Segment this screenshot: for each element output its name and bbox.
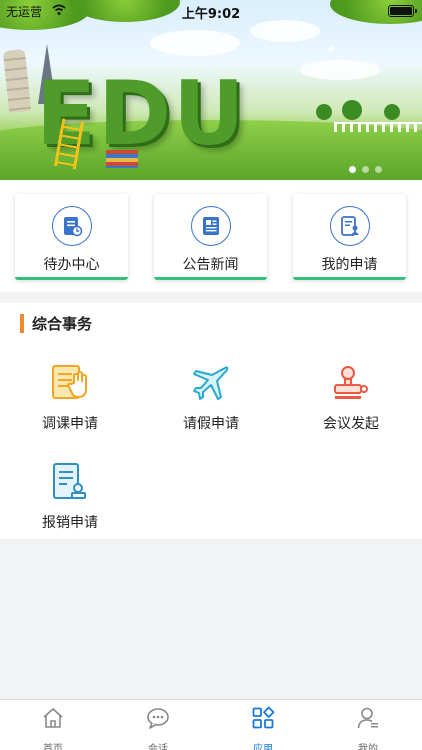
battery-icon	[388, 5, 417, 17]
tab-profile[interactable]: 我的	[328, 706, 408, 750]
meeting-initiate-label: 会议发起	[323, 416, 379, 432]
clock: 上午9:02	[181, 7, 241, 22]
banner-carousel[interactable]: EDU ✦	[0, 0, 422, 180]
reimbursement-label: 报销申请	[42, 515, 98, 531]
tab-chat[interactable]: 会话	[118, 706, 198, 750]
tab-home-label: 首页	[43, 744, 63, 750]
course-adjust-app[interactable]: 调课申请	[15, 363, 125, 433]
course-adjust-label: 调课申请	[42, 416, 98, 432]
my-application-icon	[340, 216, 359, 236]
course-adjust-icon	[52, 365, 87, 399]
todo-center-label: 待办中心	[43, 257, 100, 273]
leave-application-app[interactable]: 请假申请	[156, 363, 266, 433]
apps-icon	[252, 706, 275, 729]
tab-apps-label: 应用	[253, 744, 273, 750]
todo-center-icon	[63, 217, 82, 237]
tab-chat-label: 会话	[148, 744, 168, 750]
tab-home[interactable]: 首页	[13, 706, 93, 750]
carousel-dot	[362, 166, 369, 173]
quick-access-panel: 待办中心 公告新闻 我的申请	[0, 180, 422, 292]
leave-application-label: 请假申请	[183, 416, 239, 432]
books-illustration	[106, 150, 138, 168]
tab-apps[interactable]: 应用	[223, 706, 303, 750]
profile-icon	[357, 707, 378, 729]
fence-illustration	[334, 122, 422, 132]
status-bar: 无运营 上午9:02	[0, 0, 422, 22]
carousel-indicator	[349, 166, 382, 173]
leave-airplane-icon	[193, 366, 229, 400]
bird-icon: ✦	[325, 42, 336, 56]
meeting-initiate-app[interactable]: 会议发起	[296, 363, 406, 433]
home-icon	[43, 708, 63, 728]
my-application-label: 我的申请	[321, 257, 378, 273]
todo-center-card[interactable]: 待办中心	[15, 194, 128, 280]
section-header: 综合事务	[20, 313, 92, 333]
section-title: 综合事务	[32, 314, 93, 333]
meeting-stamp-icon	[334, 366, 368, 399]
tab-profile-label: 我的	[358, 744, 378, 750]
carousel-dot	[375, 166, 382, 173]
chat-icon	[147, 708, 169, 729]
news-card[interactable]: 公告新闻	[154, 194, 267, 280]
general-affairs-section: 综合事务 调课申请 请假申请 会议发起 报销申请	[0, 303, 422, 539]
news-icon	[202, 217, 219, 235]
bottom-tab-bar: 首页 会话 应用 我的	[0, 699, 422, 750]
leaning-tower-illustration	[2, 49, 32, 113]
my-application-card[interactable]: 我的申请	[293, 194, 406, 280]
reimbursement-app[interactable]: 报销申请	[15, 462, 125, 532]
news-label: 公告新闻	[182, 257, 239, 273]
reimbursement-icon	[53, 463, 86, 499]
section-accent-bar	[20, 313, 24, 333]
carousel-dot	[349, 166, 356, 173]
